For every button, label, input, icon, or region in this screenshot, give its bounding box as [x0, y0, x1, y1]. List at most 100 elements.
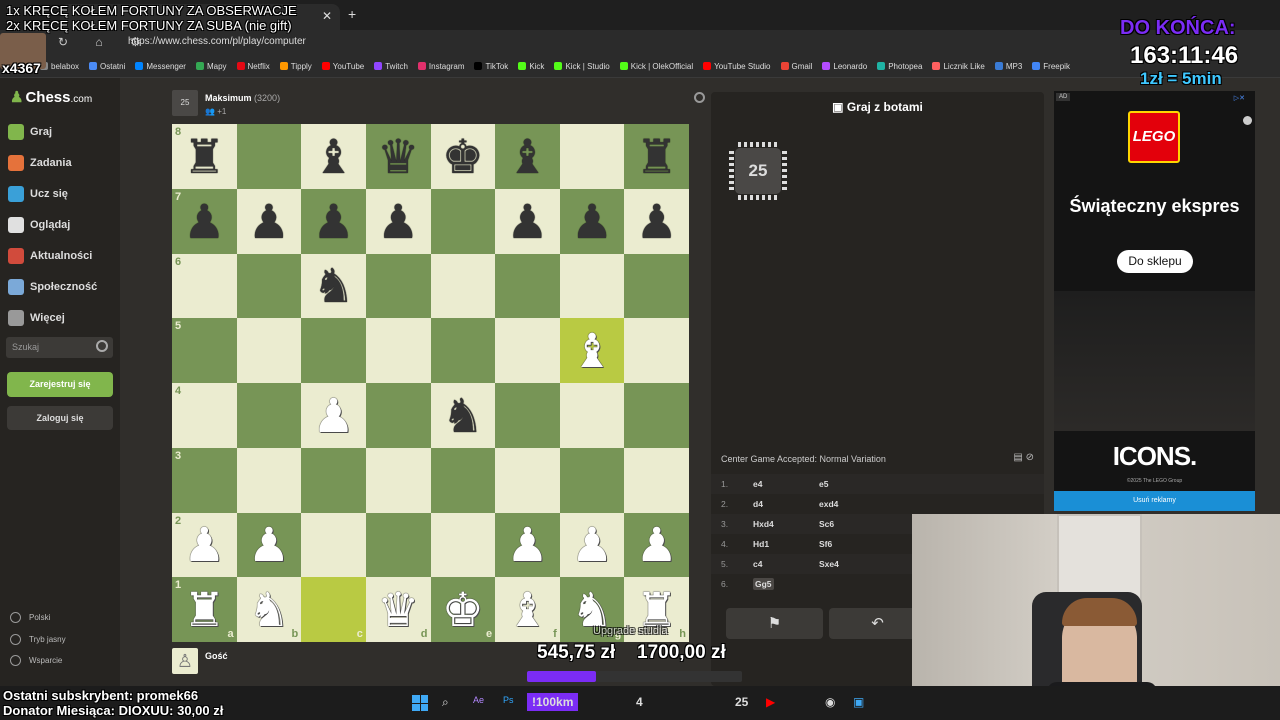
square-f5[interactable] [495, 318, 560, 383]
black-pawn-icon[interactable]: ♟ [183, 198, 225, 245]
square-h8[interactable]: ♜ [624, 124, 689, 189]
square-e5[interactable] [430, 318, 496, 383]
bookmark-item[interactable]: Photopea [877, 56, 922, 71]
square-h6[interactable] [624, 253, 689, 319]
square-g8[interactable] [559, 124, 625, 189]
square-b6[interactable] [236, 253, 302, 319]
square-a2[interactable]: 2 ♟ [172, 512, 237, 578]
sidebar-item-2[interactable]: Ucz się [8, 184, 68, 204]
black-pawn-icon[interactable]: ♟ [636, 198, 678, 245]
resign-button[interactable]: ⚑ [726, 608, 823, 639]
square-e4[interactable]: ♞ [430, 383, 496, 448]
white-pawn-icon[interactable]: ♟ [312, 392, 354, 439]
bookmark-item[interactable]: TikTok [474, 56, 508, 71]
black-move[interactable]: Sxe4 [819, 559, 839, 569]
black-bishop-icon[interactable]: ♝ [506, 133, 548, 180]
close-tab-icon[interactable]: ✕ [322, 9, 332, 23]
advertisement[interactable]: AD ▷✕ LEGO Świąteczny ekspres Do sklepu … [1054, 91, 1255, 511]
bookmark-item[interactable]: Freepik [1032, 56, 1070, 71]
square-g4[interactable] [559, 383, 625, 448]
black-move[interactable]: exd4 [819, 499, 838, 509]
square-e1[interactable]: e ♚ [430, 577, 496, 642]
black-move[interactable]: Sf6 [819, 539, 832, 549]
bookmark-item[interactable]: Gmail [780, 56, 812, 71]
white-move[interactable]: e4 [753, 479, 762, 489]
bookmark-item[interactable]: Kick | Studio [554, 56, 610, 71]
square-h5[interactable] [624, 318, 689, 383]
square-d4[interactable] [365, 383, 431, 448]
square-h4[interactable] [624, 383, 689, 448]
bookmark-item[interactable]: Mapy [195, 56, 227, 71]
black-knight-icon[interactable]: ♞ [442, 392, 484, 439]
square-d1[interactable]: d ♛ [365, 577, 431, 642]
black-pawn-icon[interactable]: ♟ [377, 198, 419, 245]
bookmark-item[interactable]: MP3 [994, 56, 1022, 71]
black-pawn-icon[interactable]: ♟ [312, 198, 354, 245]
square-g3[interactable] [559, 447, 625, 513]
opponent-avatar[interactable]: 25 [172, 90, 198, 116]
url-field[interactable]: https://www.chess.com/pl/play/computer [128, 36, 306, 47]
bookmark-item[interactable]: Ostatni [89, 56, 125, 71]
player-name[interactable]: Gość [205, 651, 228, 661]
square-h2[interactable]: ♟ [624, 512, 689, 578]
square-f7[interactable]: ♟ [495, 188, 560, 254]
square-c2[interactable] [301, 512, 366, 578]
black-knight-icon[interactable]: ♞ [312, 262, 354, 309]
player-avatar[interactable]: ♙ [172, 648, 198, 674]
square-f1[interactable]: f ♝ [495, 577, 560, 642]
square-b5[interactable] [236, 318, 302, 383]
white-bishop-icon[interactable]: ♝ [571, 327, 613, 374]
square-c6[interactable]: ♞ [301, 253, 366, 319]
sidebar-item-4[interactable]: Aktualności [8, 246, 92, 266]
white-pawn-icon[interactable]: ♟ [506, 521, 548, 568]
square-c5[interactable] [301, 318, 366, 383]
register-button[interactable]: Zarejestruj się [7, 372, 113, 397]
square-h3[interactable] [624, 447, 689, 513]
square-d2[interactable] [365, 512, 431, 578]
black-king-icon[interactable]: ♚ [442, 133, 484, 180]
sidebar-item-6[interactable]: Więcej [8, 308, 65, 328]
white-king-icon[interactable]: ♚ [442, 586, 484, 633]
sidebar-item-3[interactable]: Oglądaj [8, 215, 70, 235]
black-pawn-icon[interactable]: ♟ [571, 198, 613, 245]
light-mode-link[interactable]: Tryb jasny [10, 634, 66, 645]
after-effects-icon[interactable]: Ae [473, 695, 484, 705]
windows-start-icon[interactable] [412, 695, 428, 711]
black-move[interactable]: e5 [819, 479, 828, 489]
square-a4[interactable]: 4 [172, 383, 237, 448]
square-a3[interactable]: 3 [172, 447, 237, 513]
white-move[interactable]: Gg5 [753, 578, 774, 590]
white-pawn-icon[interactable]: ♟ [183, 521, 225, 568]
bookmark-item[interactable]: YouTube Studio [703, 56, 771, 71]
white-pawn-icon[interactable]: ♟ [571, 521, 613, 568]
square-g2[interactable]: ♟ [559, 512, 625, 578]
square-b1[interactable]: b ♞ [236, 577, 302, 642]
bookmark-item[interactable]: Kick | OlekOfficial [619, 56, 693, 71]
photoshop-icon[interactable]: Ps [503, 695, 514, 705]
square-c7[interactable]: ♟ [301, 188, 366, 254]
sidebar-item-0[interactable]: Graj [8, 122, 52, 142]
search-input[interactable]: Szukaj [6, 337, 113, 358]
square-a8[interactable]: 8 ♜ [172, 124, 237, 189]
square-b2[interactable]: ♟ [236, 512, 302, 578]
bookmark-item[interactable]: YouTube [321, 56, 364, 71]
square-c4[interactable]: ♟ [301, 383, 366, 448]
square-e2[interactable] [430, 512, 496, 578]
search-taskbar-icon[interactable]: ⌕ [442, 695, 449, 710]
remove-ads-button[interactable]: Usuń reklamy [1054, 491, 1255, 511]
ad-info-icon[interactable]: ▷✕ [1234, 94, 1245, 102]
white-pawn-icon[interactable]: ♟ [248, 521, 290, 568]
bookmark-item[interactable]: Kick [518, 56, 544, 71]
black-rook-icon[interactable]: ♜ [636, 133, 678, 180]
square-d7[interactable]: ♟ [365, 188, 431, 254]
board-settings-gear-icon[interactable] [694, 92, 705, 103]
square-e3[interactable] [430, 447, 496, 513]
opponent-name[interactable]: Maksimum (3200) [205, 93, 280, 103]
white-queen-icon[interactable]: ♛ [377, 586, 419, 633]
bookmark-item[interactable]: Leonardo [822, 56, 867, 71]
bookmark-item[interactable]: Twitch [374, 56, 408, 71]
square-b4[interactable] [236, 383, 302, 448]
square-e7[interactable] [430, 188, 496, 254]
square-h7[interactable]: ♟ [624, 188, 689, 254]
square-c3[interactable] [301, 447, 366, 513]
